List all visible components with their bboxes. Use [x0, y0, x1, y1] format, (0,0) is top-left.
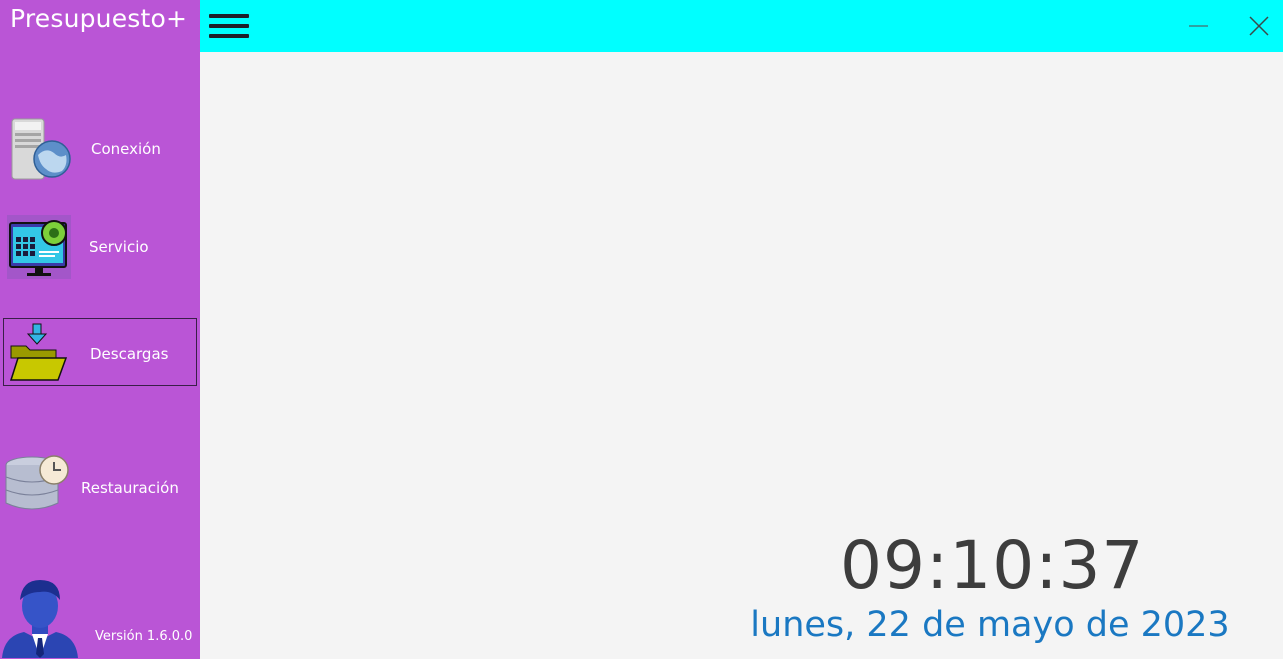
sidebar-item-label: Restauración [81, 479, 179, 497]
database-clock-icon [5, 455, 69, 510]
server-globe-icon [11, 118, 71, 180]
user-avatar-icon [2, 580, 78, 658]
app-title: Presupuesto+ [10, 4, 188, 33]
monitor-gear-icon [7, 215, 71, 279]
clock-time: 09:10:37 [840, 527, 1145, 604]
sidebar-item-descargas[interactable]: Descargas [3, 318, 197, 386]
sidebar-item-servicio[interactable]: Servicio [3, 208, 197, 284]
minimize-button[interactable] [1184, 10, 1216, 42]
sidebar-item-conexion[interactable]: Conexión [3, 110, 197, 186]
minimize-icon [1189, 25, 1208, 27]
sidebar-item-label: Conexión [91, 140, 161, 158]
sidebar-item-label: Descargas [90, 345, 169, 363]
clock-date: lunes, 22 de mayo de 2023 [750, 605, 1230, 645]
download-folder-icon [9, 323, 68, 381]
sidebar-item-restauracion[interactable]: Restauración [3, 446, 197, 526]
top-bar [200, 0, 1283, 52]
version-label: Versión 1.6.0.0 [95, 629, 193, 644]
user-area [0, 572, 200, 659]
sidebar: Presupuesto+ Conexión Servicio Descargas… [0, 0, 200, 659]
close-button[interactable] [1244, 10, 1276, 42]
hamburger-menu-icon[interactable] [209, 12, 251, 42]
sidebar-item-label: Servicio [89, 238, 149, 256]
close-icon [1249, 16, 1269, 36]
main-panel: 09:10:37 lunes, 22 de mayo de 2023 [200, 52, 1283, 659]
